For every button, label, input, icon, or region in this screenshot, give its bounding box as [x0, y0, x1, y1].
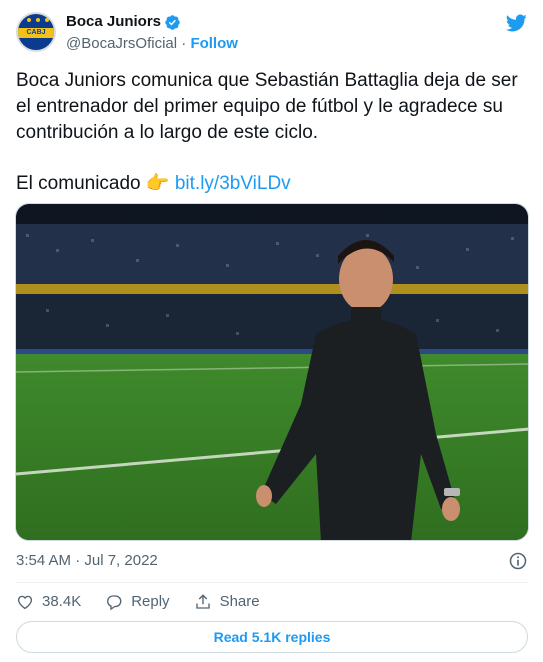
- reply-bubble-icon: [107, 595, 122, 611]
- twitter-bird-icon[interactable]: [504, 12, 528, 34]
- tweet-line2-text: El comunicado: [16, 173, 141, 194]
- separator: ·: [181, 35, 187, 52]
- tweet-header: CABJ Boca Juniors @BocaJrsOficial · Foll…: [16, 12, 528, 56]
- display-name[interactable]: Boca Juniors: [66, 12, 161, 32]
- pointing-hand-emoji-icon: 👉: [145, 173, 170, 194]
- reply-button[interactable]: Reply: [105, 592, 170, 612]
- avatar-star-icon: [27, 18, 31, 22]
- share-button[interactable]: Share: [194, 592, 260, 612]
- divider: [16, 582, 528, 583]
- tweet-body: Boca Juniors comunica que Sebastián Batt…: [16, 70, 518, 143]
- like-button[interactable]: 38.4K: [16, 592, 81, 612]
- heart-icon: [17, 595, 33, 610]
- stadium-photo-illustration: [16, 204, 528, 540]
- tweet-photo[interactable]: [15, 203, 529, 541]
- tweet-link-line: El comunicado 👉 bit.ly/3bViLDv: [16, 171, 531, 197]
- handle-row: @BocaJrsOficial · Follow: [66, 34, 238, 54]
- avatar-text: CABJ: [26, 29, 46, 36]
- info-icon[interactable]: [508, 551, 528, 571]
- avatar-star-icon: [36, 18, 40, 22]
- reply-label: Reply: [131, 593, 170, 610]
- follow-button[interactable]: Follow: [190, 35, 238, 52]
- tweet-link[interactable]: bit.ly/3bViLDv: [175, 173, 291, 194]
- tweet-timestamp[interactable]: 3:54 AM · Jul 7, 2022: [16, 551, 158, 571]
- share-label: Share: [219, 593, 260, 610]
- account-info: Boca Juniors @BocaJrsOficial · Follow: [66, 12, 238, 54]
- like-count: 38.4K: [42, 593, 82, 610]
- share-upload-icon: [195, 594, 210, 609]
- read-replies-button[interactable]: Read 5.1K replies: [16, 621, 528, 653]
- tweet-actions: 38.4K Reply Share: [16, 591, 284, 613]
- handle[interactable]: @BocaJrsOficial: [66, 35, 177, 52]
- tweet-text: Boca Juniors comunica que Sebastián Batt…: [16, 68, 531, 197]
- avatar-star-icon: [45, 18, 49, 22]
- avatar[interactable]: CABJ: [16, 12, 56, 52]
- verified-badge-icon: [165, 14, 180, 30]
